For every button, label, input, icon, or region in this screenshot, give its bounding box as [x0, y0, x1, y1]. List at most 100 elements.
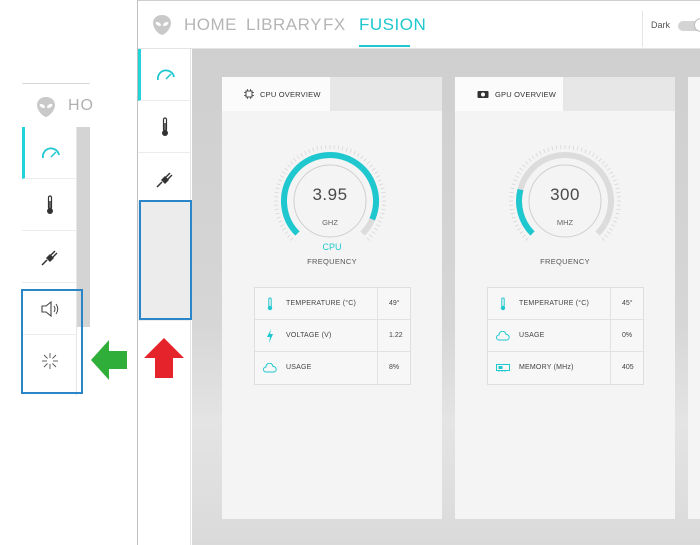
cpu-frequency-unit: GHZ: [322, 218, 338, 227]
gpu-overview-tab[interactable]: GPU OVERVIEW: [455, 77, 563, 111]
thermometer-icon: [161, 116, 168, 136]
gauge-tick: [601, 237, 605, 241]
gauge-tick: [615, 212, 620, 215]
gauge-tick: [353, 150, 356, 155]
gpu-overview-panel: GPU OVERVIEW 300 MHZ FREQUENCY TEMPERATU…: [455, 77, 675, 519]
gauge-tick: [584, 149, 587, 154]
gauge-tick: [290, 161, 294, 165]
tab-fusion[interactable]: FUSION: [359, 15, 426, 35]
thermometer-icon: [46, 194, 53, 214]
cpu-overview-tab[interactable]: CPU OVERVIEW: [222, 77, 330, 111]
topbar-divider: [642, 11, 643, 47]
gauge-tick: [341, 146, 344, 151]
green-left-arrow-icon: [91, 340, 127, 380]
gauge-tick: [595, 155, 599, 160]
gauge-tick: [547, 147, 550, 152]
inset-sidebar-item-performance[interactable]: [22, 127, 77, 179]
gauge-tick: [525, 161, 529, 165]
cpu-frequency-label: FREQUENCY: [307, 257, 357, 266]
gauge-tick: [337, 145, 340, 150]
stat-label: USAGE: [519, 332, 545, 339]
gauge-tick: [282, 171, 286, 175]
gauge-tick: [528, 158, 532, 162]
column-divider: [610, 320, 611, 352]
stat-value: 405: [622, 364, 634, 371]
cpu-frequency-value: 3.95: [312, 185, 348, 204]
thermometer-icon: [496, 297, 510, 311]
stat-value: 49°: [389, 300, 400, 307]
table-row: USAGE 0%: [488, 320, 643, 352]
gpu-overview-title: GPU OVERVIEW: [495, 89, 557, 99]
inset-sidebar-item-power[interactable]: [22, 231, 77, 283]
gauge-tick: [598, 158, 602, 162]
sidebar-item-power[interactable]: [138, 153, 191, 205]
gauge-tick: [539, 150, 542, 155]
table-row: TEMPERATURE (°C) 45°: [488, 288, 643, 320]
gpu-frequency-label: FREQUENCY: [540, 257, 590, 266]
gauge-tick: [611, 175, 616, 178]
tab-library[interactable]: LIBRARY: [246, 15, 322, 35]
gauge-tick: [287, 164, 291, 168]
inset-home-tab-label: HO: [68, 97, 94, 114]
gauge-tick: [275, 212, 280, 215]
dark-mode-label: Dark: [651, 20, 671, 30]
gauge-tick: [345, 147, 348, 152]
inset-header: HO: [22, 83, 93, 127]
gauge-tick: [601, 161, 605, 165]
column-divider: [610, 288, 611, 320]
gauge-tick: [580, 147, 583, 152]
gauge-tick: [514, 175, 519, 178]
gauge-tick: [274, 208, 279, 211]
gauge-tick: [296, 155, 300, 160]
sidebar-item-thermal[interactable]: [138, 101, 191, 153]
gauge-tick: [543, 149, 546, 154]
gpu-card-icon: [477, 90, 489, 98]
alien-logo-icon[interactable]: [152, 14, 172, 36]
gauge-tick: [535, 153, 539, 157]
gauge-tick: [293, 158, 297, 162]
gauge-tick: [525, 237, 529, 241]
gauge-tick: [374, 227, 378, 231]
cpu-stats-table: TEMPERATURE (°C) 49° VOLTAGE (V) 1.22 US…: [254, 287, 411, 385]
cloud-icon: [263, 361, 277, 375]
gpu-stats-table: TEMPERATURE (°C) 45° USAGE 0% MEMORY (MH…: [487, 287, 644, 385]
column-divider: [610, 352, 611, 384]
sidebar-item-performance[interactable]: [138, 49, 191, 101]
gauge-tick: [371, 167, 376, 171]
gauge-tick: [576, 146, 579, 151]
gauge-tick: [366, 237, 370, 241]
lightning-icon: [263, 329, 277, 343]
gauge-tick: [531, 155, 535, 160]
gauge-tick: [377, 179, 382, 182]
gauge-tick: [517, 227, 521, 231]
gauge-tick: [510, 212, 515, 215]
gauge-tick: [604, 164, 608, 168]
sidebar-highlight-box: [139, 200, 192, 320]
sidebar: [138, 49, 192, 545]
gauge-tick: [551, 146, 554, 151]
gauge-tick: [312, 147, 315, 152]
gauge-tick: [278, 179, 283, 182]
stat-label: TEMPERATURE (°C): [519, 300, 590, 307]
power-plug-icon: [40, 250, 57, 266]
stat-label: USAGE: [286, 364, 312, 371]
gauge-tick: [282, 227, 286, 231]
cloud-icon: [496, 329, 510, 343]
cpu-chip-icon: [244, 89, 254, 99]
cpu-tab-strip: [330, 77, 442, 111]
table-row: TEMPERATURE (°C) 49°: [255, 288, 410, 320]
top-navigation-bar: HOME LIBRARY FX FUSION Dark: [138, 1, 700, 49]
gauge-tick: [522, 234, 526, 238]
gauge-tick: [374, 171, 378, 175]
fusion-content-area: CPU OVERVIEW 3.95 GHZ CPU FREQUENCY TEMP…: [192, 49, 700, 545]
gauge-tick: [591, 153, 595, 157]
gpu-frequency-gauge: 300 MHZ: [507, 143, 623, 259]
tab-home[interactable]: HOME: [184, 15, 237, 35]
tab-fx[interactable]: FX: [323, 15, 346, 35]
gauge-tick: [609, 171, 613, 175]
partial-third-panel: [688, 77, 700, 519]
gauge-tick: [308, 149, 311, 154]
gauge-tick: [304, 150, 307, 155]
red-up-arrow-icon: [144, 338, 184, 378]
inset-sidebar-item-thermal[interactable]: [22, 179, 77, 231]
